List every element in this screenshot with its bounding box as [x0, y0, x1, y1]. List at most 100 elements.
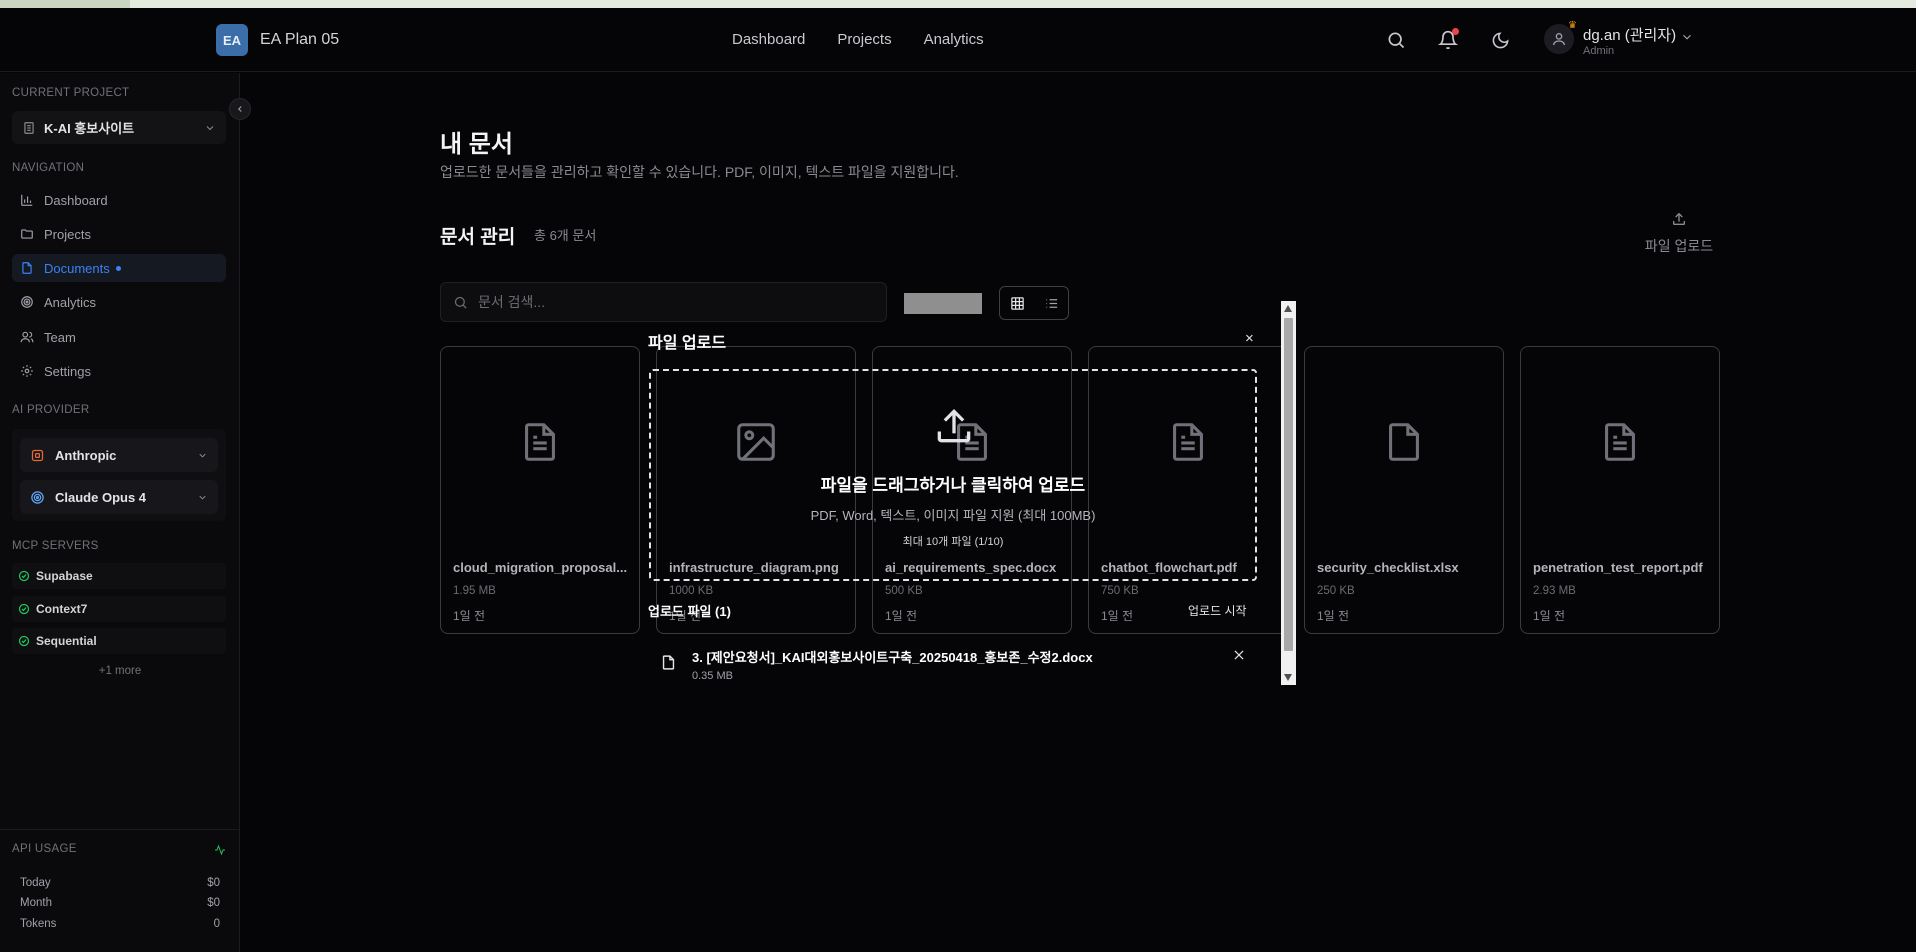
user-role: Admin — [1583, 45, 1615, 57]
grid-view-button[interactable] — [1000, 287, 1034, 319]
ai-provider-select[interactable]: Anthropic — [20, 438, 218, 472]
dropzone-title: 파일을 드래그하거나 클릭하여 업로드 — [820, 476, 1086, 495]
top-nav-analytics[interactable]: Analytics — [924, 31, 984, 48]
scroll-down-arrow[interactable] — [1284, 674, 1292, 681]
project-selector[interactable]: K-AI 홍보사이트 — [12, 111, 226, 144]
list-view-button[interactable] — [1034, 287, 1068, 319]
usage-label: Today — [20, 877, 51, 889]
navigation-label: NAVIGATION — [12, 162, 85, 174]
page-subtitle: 업로드한 문서들을 관리하고 확인할 수 있습니다. PDF, 이미지, 텍스트… — [440, 164, 959, 180]
bar-chart-icon — [21, 194, 33, 206]
top-nav-dashboard[interactable]: Dashboard — [732, 31, 805, 48]
check-circle-icon — [18, 570, 30, 582]
document-date: 1일 전 — [1101, 609, 1134, 623]
chevron-down-icon — [199, 495, 206, 500]
app-logo[interactable]: EA — [216, 24, 248, 56]
start-upload-button[interactable]: 업로드 시작 — [1188, 602, 1247, 619]
file-icon — [662, 655, 675, 670]
modal-scrollbar[interactable] — [1281, 301, 1296, 685]
mcp-server-supabase[interactable]: Supabase — [12, 563, 226, 589]
chevron-down-icon — [199, 453, 206, 458]
upload-button-label: 파일 업로드 — [1644, 238, 1714, 254]
document-date: 1일 전 — [885, 609, 918, 623]
anthropic-icon — [31, 449, 44, 461]
usage-value: $0 — [207, 897, 220, 909]
top-header: EA EA Plan 05 Dashboard Projects Analyti… — [0, 8, 1916, 72]
grid-icon — [1010, 296, 1024, 310]
sidebar-item-team[interactable]: Team — [12, 323, 226, 351]
sidebar-item-dashboard[interactable]: Dashboard — [12, 186, 226, 214]
usage-row-month: Month $0 — [20, 897, 220, 909]
sidebar-item-label: Team — [44, 329, 76, 345]
folder-icon — [21, 229, 33, 239]
mcp-more-link[interactable]: +1 more — [0, 665, 240, 677]
ai-model-select[interactable]: Claude Opus 4 — [20, 480, 218, 514]
sidebar-item-analytics[interactable]: Analytics — [12, 288, 226, 316]
user-name[interactable]: dg.an (관리자) — [1583, 24, 1676, 45]
ai-provider-panel: Anthropic Claude Opus 4 — [12, 429, 226, 521]
browser-top-strip — [0, 0, 1916, 8]
ai-provider-label: AI PROVIDER — [12, 404, 90, 416]
sidebar-collapse-button[interactable] — [229, 98, 251, 120]
crown-icon: ♛ — [1568, 20, 1577, 31]
target-icon — [21, 296, 33, 308]
check-circle-icon — [18, 603, 30, 615]
moon-icon[interactable] — [1488, 28, 1512, 52]
document-card[interactable]: penetration_test_report.pdf 2.93 MB 1일 전 — [1520, 346, 1720, 634]
document-size: 750 KB — [1101, 585, 1139, 597]
usage-label: Month — [20, 897, 52, 909]
document-date: 1일 전 — [1317, 609, 1350, 623]
document-name: security_checklist.xlsx — [1317, 560, 1459, 575]
building-icon — [24, 121, 34, 134]
mcp-servers-label: MCP SERVERS — [12, 540, 99, 552]
document-search — [440, 282, 887, 322]
mcp-server-label: Context7 — [36, 602, 88, 616]
search-icon[interactable] — [1384, 28, 1408, 52]
document-icon — [1605, 423, 1635, 461]
top-nav: Dashboard Projects Analytics — [732, 31, 984, 48]
ai-provider-label-text: Anthropic — [55, 447, 117, 463]
sidebar-item-settings[interactable]: Settings — [12, 357, 226, 385]
project-selector-label: K-AI 홍보사이트 — [44, 121, 135, 136]
document-date: 1일 전 — [1533, 609, 1566, 623]
search-input[interactable] — [478, 294, 858, 310]
document-card[interactable]: security_checklist.xlsx 250 KB 1일 전 — [1304, 346, 1504, 634]
active-indicator-dot — [115, 265, 121, 271]
chevron-down-icon[interactable] — [1680, 30, 1694, 49]
sidebar-item-documents[interactable]: Documents — [12, 254, 226, 282]
mcp-server-sequential[interactable]: Sequential — [12, 628, 226, 654]
document-name: penetration_test_report.pdf — [1533, 560, 1703, 575]
file-icon — [22, 262, 32, 274]
document-size: 250 KB — [1317, 585, 1355, 597]
mcp-server-context7[interactable]: Context7 — [12, 596, 226, 622]
users-icon — [20, 331, 34, 343]
usage-value: $0 — [207, 877, 220, 889]
usage-row-tokens: Tokens 0 — [20, 918, 220, 930]
dropzone-file-limit: 최대 10개 파일 (1/10) — [902, 536, 1004, 548]
document-icon — [525, 423, 555, 461]
top-nav-projects[interactable]: Projects — [837, 31, 891, 48]
api-usage-label: API USAGE — [12, 843, 77, 855]
current-project-label: CURRENT PROJECT — [12, 87, 130, 99]
filter-placeholder-bar[interactable] — [904, 293, 982, 314]
remove-file-icon[interactable] — [1232, 648, 1246, 662]
model-icon — [31, 490, 44, 504]
sidebar-item-projects[interactable]: Projects — [12, 220, 226, 248]
upload-icon — [1673, 212, 1685, 225]
sidebar-item-label: Documents — [44, 260, 110, 276]
chevron-down-icon — [206, 126, 214, 131]
page-title: 내 문서 — [440, 131, 513, 158]
upload-icon — [932, 404, 976, 453]
check-circle-icon — [18, 635, 30, 647]
document-card[interactable]: cloud_migration_proposal... 1.95 MB 1일 전 — [440, 346, 640, 634]
upload-button[interactable]: 파일 업로드 — [1620, 211, 1738, 256]
app-name[interactable]: EA Plan 05 — [260, 31, 339, 49]
scrollbar-thumb[interactable] — [1284, 318, 1293, 651]
bell-icon[interactable] — [1436, 28, 1460, 52]
mcp-server-label: Sequential — [36, 634, 97, 648]
scroll-up-arrow[interactable] — [1284, 305, 1292, 312]
close-icon[interactable]: × — [1245, 330, 1254, 347]
blank-file-icon — [1389, 423, 1419, 461]
api-usage-panel: API USAGE Today $0 Month $0 Tokens 0 — [0, 829, 240, 952]
list-icon — [1046, 298, 1057, 308]
